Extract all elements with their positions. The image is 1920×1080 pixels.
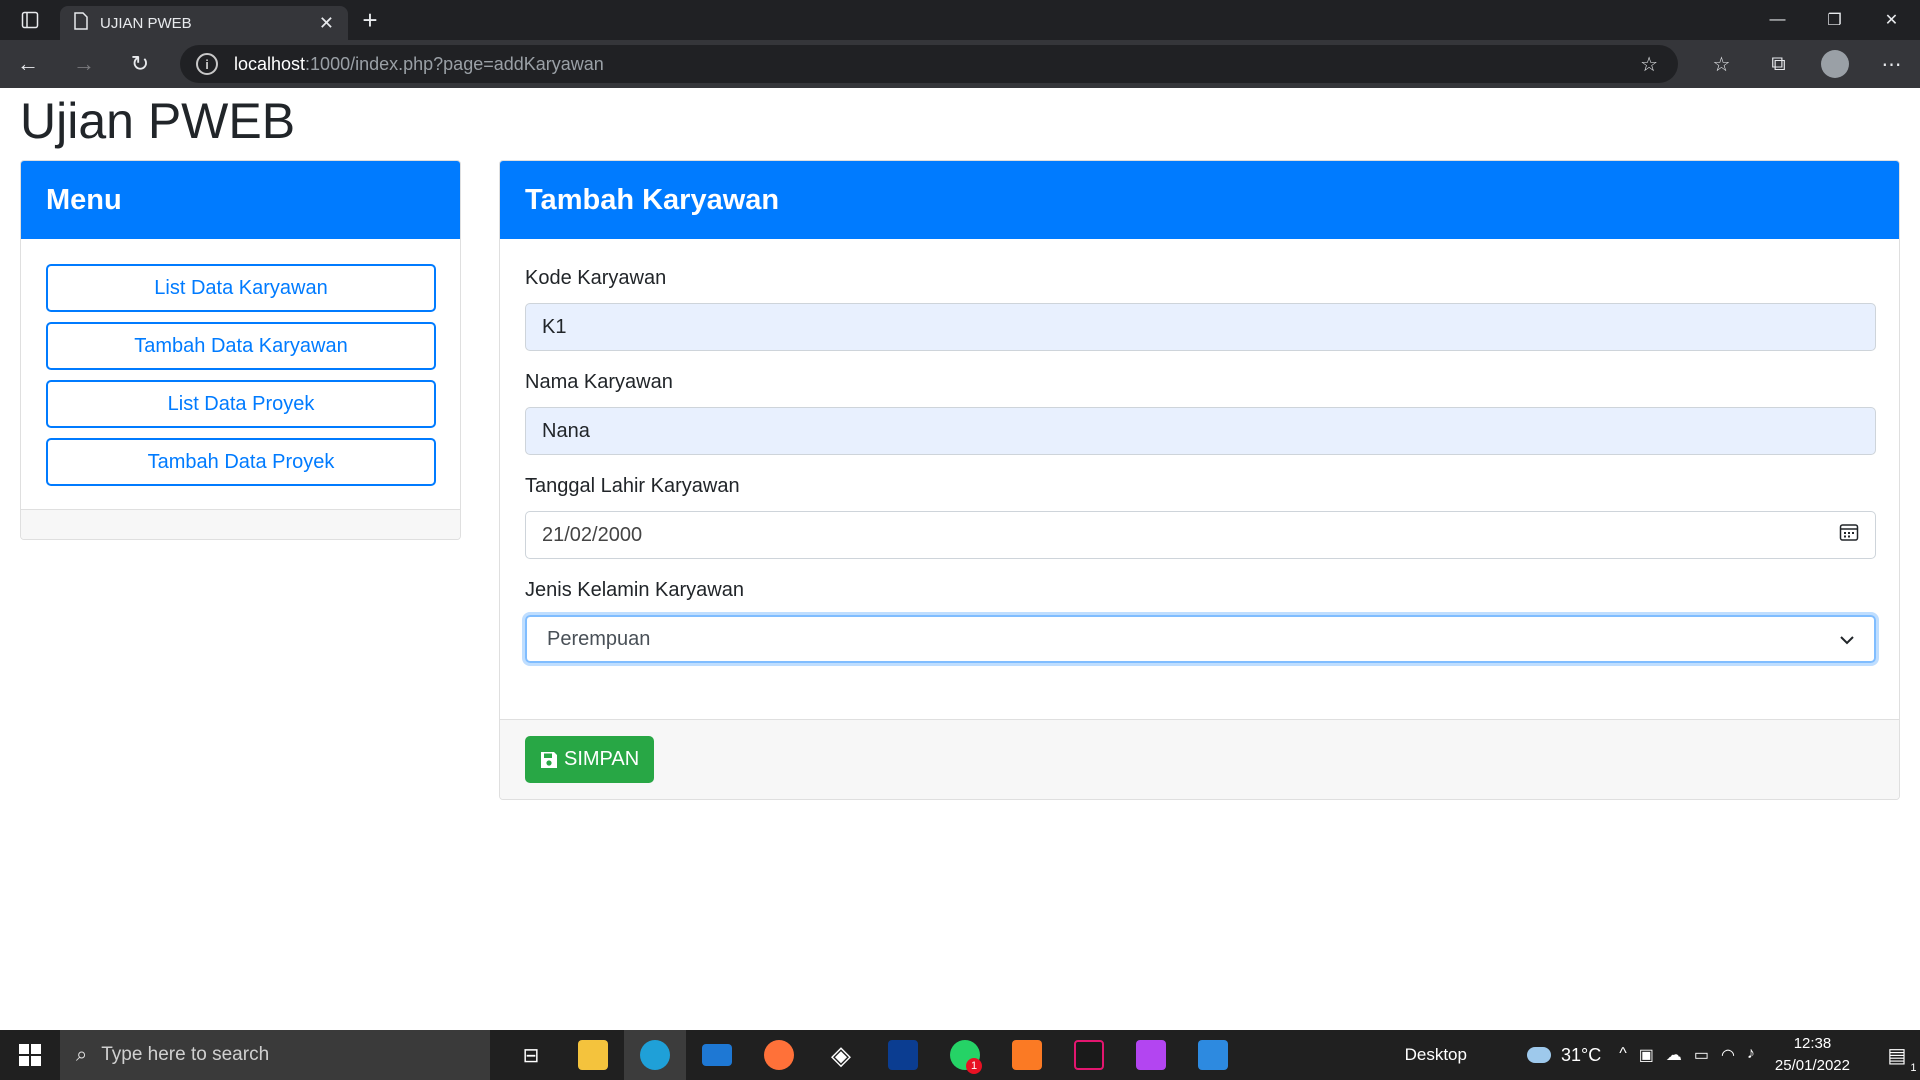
chevron-down-icon (1840, 628, 1854, 651)
browser-tab-bar: UJIAN PWEB ✕ + — ❐ ✕ (0, 0, 1920, 40)
forward-button[interactable]: → (56, 40, 112, 88)
collections-icon[interactable]: ⧉ (1750, 40, 1807, 88)
tab-actions-icon[interactable] (0, 0, 60, 40)
app-pink-icon[interactable] (1058, 1030, 1120, 1080)
tanggal-value: 21/02/2000 (542, 523, 643, 546)
search-icon: ⌕ (76, 1043, 88, 1066)
menu-tambah-karyawan-button[interactable]: Tambah Data Karyawan (46, 322, 436, 370)
form-body: Kode Karyawan K1 Nama Karyawan Nana Tang… (500, 239, 1899, 663)
menu-footer (21, 509, 460, 539)
url-path: :1000/index.php?page=addKaryawan (305, 53, 604, 74)
clock[interactable]: 12:38 25/01/2022 (1775, 1033, 1850, 1077)
file-explorer-icon[interactable] (562, 1030, 624, 1080)
browser-tab[interactable]: UJIAN PWEB ✕ (60, 6, 348, 40)
form-footer: SIMPAN (500, 719, 1899, 799)
taskbar-search[interactable]: ⌕ Type here to search (60, 1030, 490, 1080)
notification-badge: 1 (1910, 1061, 1917, 1074)
calendar-icon[interactable] (1839, 522, 1859, 548)
dropbox-icon[interactable]: ◈ (810, 1030, 872, 1080)
photos-icon[interactable] (1182, 1030, 1244, 1080)
kode-input[interactable]: K1 (525, 303, 1876, 351)
more-options-icon[interactable]: ⋯ (1863, 40, 1920, 88)
cloud-icon (1526, 1047, 1551, 1063)
menu-header: Menu (21, 161, 460, 239)
search-placeholder: Type here to search (101, 1044, 270, 1065)
temperature: 31°C (1560, 1044, 1602, 1065)
menu-list-karyawan-button[interactable]: List Data Karyawan (46, 264, 436, 312)
save-label: SIMPAN (564, 748, 640, 770)
site-title: Ujian PWEB (20, 93, 296, 149)
volume-icon[interactable]: ♪ (1747, 1045, 1755, 1065)
close-window-button[interactable]: ✕ (1863, 0, 1920, 40)
task-view-icon[interactable]: ⊟ (500, 1030, 562, 1080)
favorites-icon[interactable]: ☆ (1693, 40, 1750, 88)
taskbar: ⌕ Type here to search ⊟ ◈ 1 Desktop 31°C… (0, 1030, 1920, 1080)
desktop-toolbar[interactable]: Desktop (1405, 1045, 1467, 1065)
tanggal-label: Tanggal Lahir Karyawan (525, 475, 740, 497)
floppy-disk-icon (540, 751, 558, 769)
form-card: Tambah Karyawan Kode Karyawan K1 Nama Ka… (499, 160, 1900, 800)
whatsapp-badge: 1 (966, 1058, 982, 1074)
menu-card: Menu List Data Karyawan Tambah Data Kary… (20, 160, 461, 540)
chevron-up-icon[interactable]: ^ (1619, 1045, 1627, 1065)
address-bar[interactable]: i localhost :1000/index.php?page=addKary… (180, 45, 1678, 83)
new-tab-button[interactable]: + (348, 0, 392, 40)
clock-date: 25/01/2022 (1774, 1057, 1850, 1074)
clock-time: 12:38 (1793, 1035, 1832, 1052)
menu-tambah-proyek-button[interactable]: Tambah Data Proyek (46, 438, 436, 486)
menu-body: List Data Karyawan Tambah Data Karyawan … (21, 239, 460, 508)
jenis-kelamin-select[interactable]: Perempuan (525, 615, 1876, 663)
save-button[interactable]: SIMPAN (525, 736, 655, 783)
profile-avatar[interactable] (1821, 50, 1849, 78)
mail-icon[interactable] (686, 1030, 748, 1080)
weather-widget[interactable]: 31°C (1526, 1044, 1602, 1066)
whatsapp-icon[interactable]: 1 (934, 1030, 996, 1080)
back-button[interactable]: ← (0, 40, 56, 88)
app-blue-icon[interactable] (872, 1030, 934, 1080)
url-host: localhost (234, 53, 306, 74)
menu-list-proyek-button[interactable]: List Data Proyek (46, 380, 436, 428)
refresh-button[interactable]: ↻ (112, 40, 168, 88)
phpstorm-icon[interactable] (1120, 1030, 1182, 1080)
battery-icon[interactable]: ▭ (1694, 1045, 1709, 1065)
jenis-kelamin-label: Jenis Kelamin Karyawan (525, 579, 744, 601)
window-controls: — ❐ ✕ (1749, 0, 1920, 40)
system-tray: Desktop 31°C ^ ▣ ☁ ▭ ◠ ♪ 12:38 25/01/202… (1405, 1030, 1920, 1080)
address-toolbar: ← → ↻ i localhost :1000/index.php?page=a… (0, 40, 1920, 88)
firefox-icon[interactable] (748, 1030, 810, 1080)
close-tab-icon[interactable]: ✕ (319, 13, 334, 34)
tanggal-input[interactable]: 21/02/2000 (525, 511, 1876, 559)
favorite-add-icon[interactable]: ☆ (1640, 52, 1658, 77)
jenis-kelamin-value: Perempuan (547, 627, 651, 650)
edge-browser-icon[interactable] (624, 1030, 686, 1080)
tab-title: UJIAN PWEB (100, 14, 192, 32)
kode-label: Kode Karyawan (525, 267, 667, 289)
info-icon[interactable]: i (196, 53, 218, 75)
nama-label: Nama Karyawan (525, 371, 673, 393)
meet-now-icon[interactable]: ▣ (1639, 1045, 1654, 1065)
form-header: Tambah Karyawan (500, 161, 1899, 239)
nama-input[interactable]: Nana (525, 407, 1876, 455)
windows-start-icon[interactable] (0, 1030, 60, 1080)
restore-button[interactable]: ❐ (1806, 0, 1863, 40)
page-icon (74, 12, 88, 34)
wifi-icon[interactable]: ◠ (1721, 1045, 1735, 1065)
onedrive-icon[interactable]: ☁ (1666, 1045, 1682, 1065)
notification-icon[interactable]: ▤ 1 (1874, 1030, 1920, 1080)
page-content: Ujian PWEB Menu List Data Karyawan Tamba… (0, 88, 1920, 1030)
minimize-button[interactable]: — (1749, 0, 1806, 40)
xampp-icon[interactable] (996, 1030, 1058, 1080)
